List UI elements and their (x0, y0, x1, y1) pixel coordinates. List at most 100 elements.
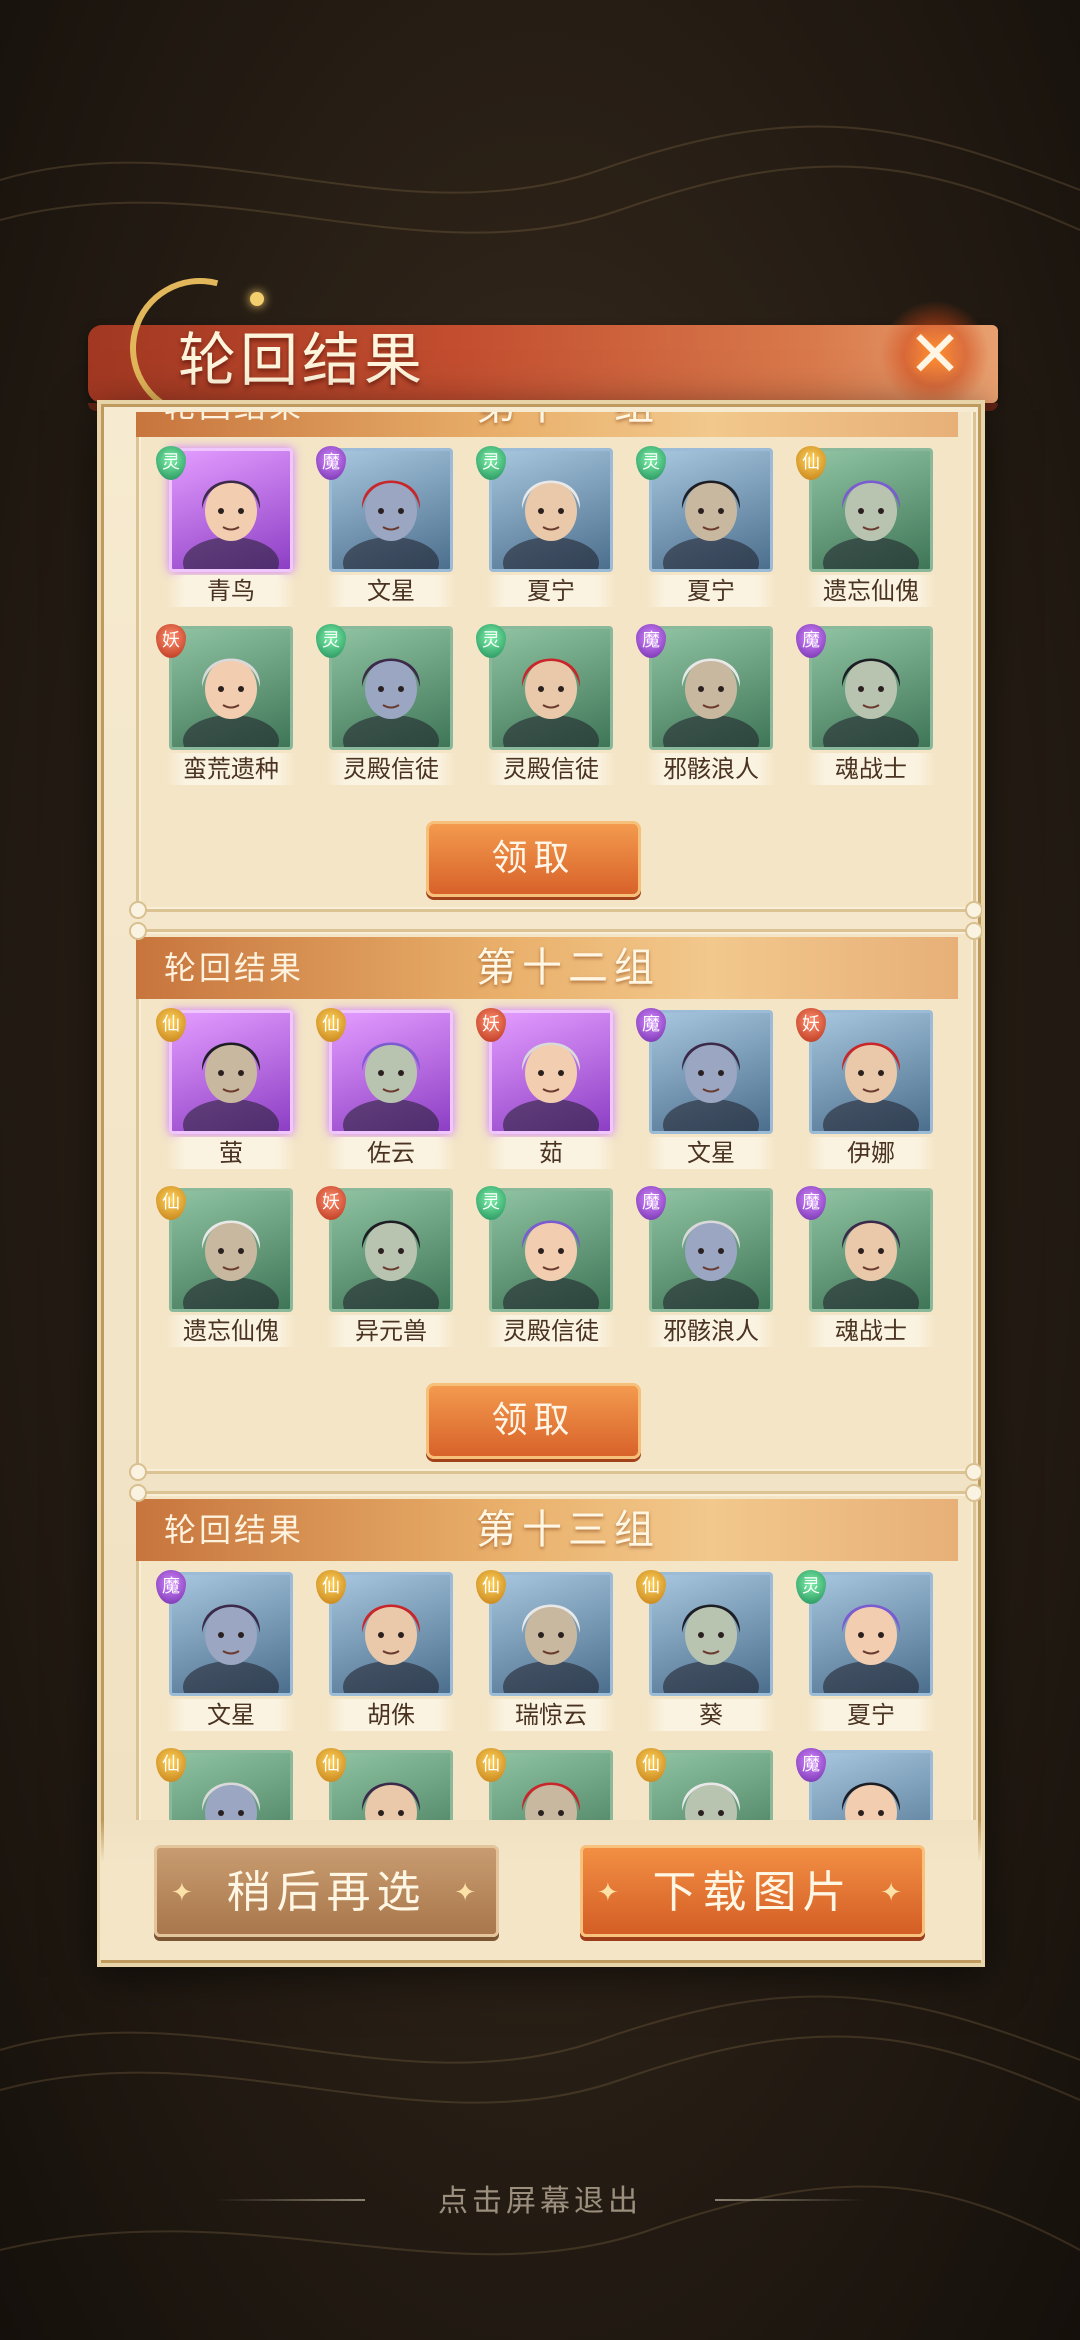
character-card[interactable]: 妖 异元兽 (312, 1186, 472, 1347)
character-portrait (809, 448, 933, 572)
character-portrait (169, 626, 293, 750)
close-button[interactable]: ✕ (880, 300, 990, 410)
exit-hint[interactable]: 点击屏幕退出 (0, 2176, 1080, 2220)
character-portrait-art (663, 1604, 759, 1693)
choose-later-button[interactable]: ✦ 稍后再选 ✦ (154, 1845, 499, 1937)
character-card[interactable]: 灵 夏宁 (472, 446, 632, 607)
character-portrait-art (503, 1220, 599, 1309)
character-name: 瑞惊云 (486, 1699, 616, 1731)
character-card[interactable]: 灵 夏宁 (792, 1570, 952, 1731)
corner-ornament (965, 922, 982, 940)
character-name: 佐云 (326, 1137, 456, 1169)
character-card[interactable]: 魔 邪骸浪人 (632, 624, 792, 785)
group-label: 轮回结果 (164, 949, 305, 987)
character-portrait-art (681, 1782, 741, 1820)
character-name: 茹 (486, 1137, 616, 1169)
character-card[interactable]: 魔 (792, 1748, 952, 1820)
character-name: 邪骸浪人 (646, 1315, 776, 1347)
character-portrait (809, 1750, 933, 1820)
character-name: 灵殿信徒 (486, 753, 616, 785)
character-portrait (649, 1572, 773, 1696)
character-card[interactable]: 魔 魂战士 (792, 1186, 952, 1347)
dialog-title: 轮回结果 (178, 326, 427, 394)
character-portrait-art (503, 480, 599, 569)
character-name: 文星 (326, 575, 456, 607)
character-grid: 魔 文星 仙 胡侏 仙 瑞惊云 仙 葵 灵 夏宁 仙 仙 仙 仙 魔 (152, 1570, 952, 1820)
character-card[interactable]: 灵 灵殿信徒 (472, 1186, 632, 1347)
download-image-button[interactable]: ✦ 下载图片 ✦ (580, 1845, 925, 1937)
character-portrait-art (183, 1220, 279, 1309)
character-portrait (329, 1572, 453, 1696)
character-portrait-art (343, 658, 439, 747)
claim-button[interactable]: 领取 (426, 1383, 641, 1459)
character-portrait (809, 1010, 933, 1134)
claim-button[interactable]: 领取 (426, 821, 641, 897)
character-portrait (489, 1572, 613, 1696)
character-card[interactable]: 仙 (312, 1748, 472, 1820)
result-group: 轮回结果 第十一组 灵 青鸟 魔 文星 灵 夏宁 (129, 412, 982, 919)
character-name: 夏宁 (806, 1699, 936, 1731)
character-card[interactable]: 仙 (632, 1748, 792, 1820)
result-group: 轮回结果 第十二组 仙 萤 仙 佐云 妖 茹 魔 文星 妖 伊娜 仙 遗忘仙傀 … (129, 922, 982, 1481)
character-portrait-art (663, 1220, 759, 1309)
character-name: 伊娜 (806, 1137, 936, 1169)
character-portrait (809, 1572, 933, 1696)
character-card[interactable]: 仙 遗忘仙傀 (152, 1186, 312, 1347)
character-name: 遗忘仙傀 (806, 575, 936, 607)
character-portrait-art (201, 1782, 261, 1820)
character-portrait (329, 1750, 453, 1820)
character-portrait (809, 1188, 933, 1312)
character-card[interactable]: 仙 胡侏 (312, 1570, 472, 1731)
character-name: 遗忘仙傀 (166, 1315, 296, 1347)
character-card[interactable]: 灵 青鸟 (152, 446, 312, 607)
corner-ornament (965, 1463, 982, 1481)
character-card[interactable]: 仙 (152, 1748, 312, 1820)
group-number: 第十三组 (476, 1507, 660, 1553)
character-grid: 灵 青鸟 魔 文星 灵 夏宁 灵 夏宁 仙 遗忘仙傀 妖 蛮荒遗种 灵 灵殿信徒… (152, 446, 952, 785)
corner-ornament (129, 1484, 147, 1502)
character-card[interactable]: 妖 茹 (472, 1008, 632, 1169)
character-portrait (169, 448, 293, 572)
character-card[interactable]: 灵 灵殿信徒 (312, 624, 472, 785)
character-portrait (649, 1188, 773, 1312)
character-portrait-art (361, 1782, 421, 1820)
character-card[interactable]: 魔 文星 (312, 446, 472, 607)
character-card[interactable]: 魔 文星 (152, 1570, 312, 1731)
character-card[interactable]: 仙 瑞惊云 (472, 1570, 632, 1731)
character-name: 萤 (166, 1137, 296, 1169)
character-name: 文星 (166, 1699, 296, 1731)
character-card[interactable]: 魔 魂战士 (792, 624, 952, 785)
character-portrait-art (521, 1782, 581, 1820)
character-portrait (649, 626, 773, 750)
choose-later-label: 稍后再选 (226, 1867, 427, 1918)
character-grid: 仙 萤 仙 佐云 妖 茹 魔 文星 妖 伊娜 仙 遗忘仙傀 妖 异元兽 灵 灵殿… (152, 1008, 952, 1347)
results-scroll-area[interactable]: 轮回结果 第十一组 灵 青鸟 魔 文星 灵 夏宁 (100, 412, 982, 1820)
character-card[interactable]: 仙 佐云 (312, 1008, 472, 1169)
corner-ornament (129, 922, 147, 940)
character-portrait-art (183, 1604, 279, 1693)
character-card[interactable]: 妖 蛮荒遗种 (152, 624, 312, 785)
character-card[interactable]: 仙 萤 (152, 1008, 312, 1169)
corner-ornament (965, 901, 982, 919)
character-card[interactable]: 灵 灵殿信徒 (472, 624, 632, 785)
character-card[interactable]: 妖 伊娜 (792, 1008, 952, 1169)
character-card[interactable]: 仙 (472, 1748, 632, 1820)
character-name: 夏宁 (646, 575, 776, 607)
character-name: 灵殿信徒 (326, 753, 456, 785)
group-header: 轮回结果 第十二组 (136, 937, 958, 999)
group-number: 第十二组 (476, 945, 660, 991)
character-portrait (169, 1010, 293, 1134)
character-card[interactable]: 魔 文星 (632, 1008, 792, 1169)
character-portrait-art (663, 658, 759, 747)
character-name: 魂战士 (806, 1315, 936, 1347)
character-card[interactable]: 灵 夏宁 (632, 446, 792, 607)
result-group: 轮回结果 第十三组 魔 文星 仙 胡侏 仙 瑞惊云 仙 葵 灵 夏宁 仙 仙 仙… (129, 1484, 982, 1820)
character-portrait-art (663, 480, 759, 569)
character-portrait-art (183, 1042, 279, 1131)
character-portrait-art (823, 1604, 919, 1693)
character-card[interactable]: 仙 遗忘仙傀 (792, 446, 952, 607)
character-name: 邪骸浪人 (646, 753, 776, 785)
character-card[interactable]: 魔 邪骸浪人 (632, 1186, 792, 1347)
diamond-icon: ✦ (880, 1878, 908, 1908)
character-card[interactable]: 仙 葵 (632, 1570, 792, 1731)
